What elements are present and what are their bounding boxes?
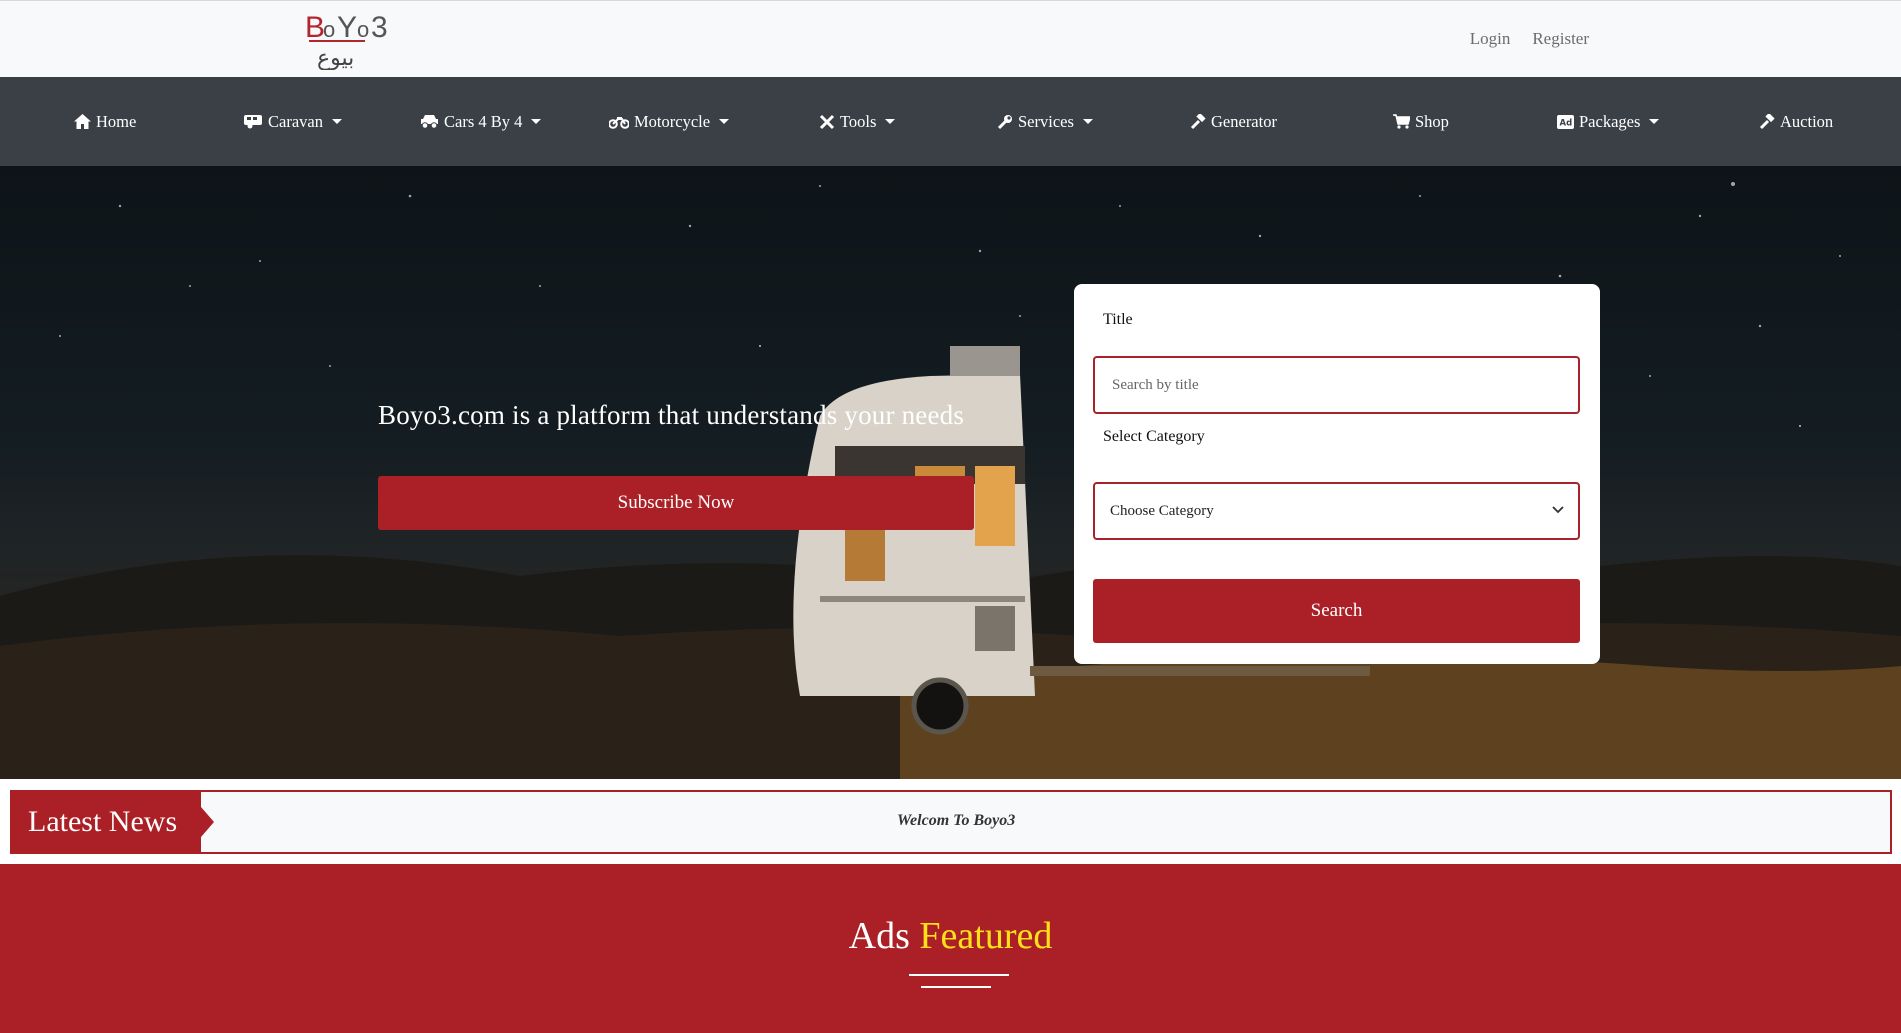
login-link[interactable]: Login <box>1470 29 1511 49</box>
section-title: Ads Featured <box>0 914 1901 958</box>
nav-motorcycle[interactable]: Motorcycle <box>609 77 730 166</box>
nav-tools-label: Tools <box>840 111 877 131</box>
news-ticker-text[interactable]: Welcom To Boyo3 <box>897 812 1015 830</box>
svg-text:B: B <box>305 11 325 44</box>
chevron-down-icon <box>1082 119 1093 124</box>
tools-icon <box>819 114 835 129</box>
nav-services[interactable]: Services <box>997 77 1093 166</box>
home-icon <box>74 114 91 129</box>
svg-text:o: o <box>357 17 369 42</box>
svg-text:Ad: Ad <box>1560 118 1573 128</box>
ads-featured-section: Ads Featured <box>0 864 1901 1033</box>
nav-shop[interactable]: Shop <box>1393 77 1449 166</box>
nav-shop-label: Shop <box>1415 111 1449 131</box>
nav-generator[interactable]: Generator <box>1190 77 1277 166</box>
chevron-down-icon <box>885 119 896 124</box>
nav-cars-label: Cars 4 By 4 <box>444 111 523 131</box>
caravan-icon <box>244 115 262 129</box>
subscribe-now-button[interactable]: Subscribe Now <box>378 476 974 530</box>
svg-text:3: 3 <box>371 11 388 44</box>
latest-news-ticker: Latest News Welcom To Boyo3 <box>10 790 1892 854</box>
title-underline <box>909 974 1009 976</box>
nav-generator-label: Generator <box>1211 111 1277 131</box>
nav-auction-label: Auction <box>1780 111 1834 131</box>
car-icon <box>421 115 438 129</box>
chevron-down-icon <box>1552 506 1564 514</box>
nav-packages-label: Packages <box>1579 111 1641 131</box>
hammer-icon <box>1190 113 1206 129</box>
nav-home[interactable]: Home <box>74 77 136 166</box>
news-tag-arrow <box>201 807 214 837</box>
chevron-down-icon <box>1649 119 1660 124</box>
section-title-plain: Ads <box>848 915 910 957</box>
svg-text:o: o <box>323 17 335 42</box>
category-label: Select Category <box>1103 428 1205 445</box>
site-logo[interactable]: B o Y o 3 بيوع <box>305 10 405 70</box>
search-card: Title Select Category Choose Category Se… <box>1074 284 1600 664</box>
hero-banner: Boyo3.com is a platform that understands… <box>0 166 1901 779</box>
nav-services-label: Services <box>1018 111 1074 131</box>
nav-caravan[interactable]: Caravan <box>244 77 342 166</box>
cart-icon <box>1393 114 1410 129</box>
nav-motorcycle-label: Motorcycle <box>634 111 711 131</box>
hero-background-image <box>0 182 1901 779</box>
chevron-down-icon <box>531 119 542 124</box>
main-navigation: Home Caravan Cars 4 By 4 Motorcycle Tool… <box>0 77 1901 166</box>
nav-cars-4-by-4[interactable]: Cars 4 By 4 <box>420 77 542 166</box>
category-select[interactable]: Choose Category <box>1093 482 1580 540</box>
title-underline-short <box>921 986 991 988</box>
wrench-icon <box>997 114 1012 129</box>
title-label: Title <box>1103 311 1133 328</box>
search-button[interactable]: Search <box>1093 579 1580 643</box>
register-link[interactable]: Register <box>1532 29 1589 49</box>
latest-news-tag: Latest News <box>12 792 201 852</box>
svg-text:Y: Y <box>337 11 357 44</box>
nav-caravan-label: Caravan <box>268 111 323 131</box>
nav-tools[interactable]: Tools <box>819 77 896 166</box>
svg-text:بيوع: بيوع <box>317 46 354 70</box>
chevron-down-icon <box>331 119 342 124</box>
nav-packages[interactable]: Ad Packages <box>1557 77 1660 166</box>
nav-auction[interactable]: Auction <box>1759 77 1833 166</box>
hero-tagline: Boyo3.com is a platform that understands… <box>378 400 965 430</box>
category-select-value: Choose Category <box>1110 502 1214 519</box>
motorcycle-icon <box>609 117 629 129</box>
section-title-highlight: Featured <box>919 915 1053 957</box>
title-search-input[interactable] <box>1110 375 1578 395</box>
gavel-icon <box>1759 113 1775 129</box>
title-search-field[interactable] <box>1093 356 1580 414</box>
ad-icon: Ad <box>1557 114 1574 129</box>
top-header: B o Y o 3 بيوع Login Register <box>0 0 1901 77</box>
nav-home-label: Home <box>96 111 137 131</box>
chevron-down-icon <box>719 119 730 124</box>
